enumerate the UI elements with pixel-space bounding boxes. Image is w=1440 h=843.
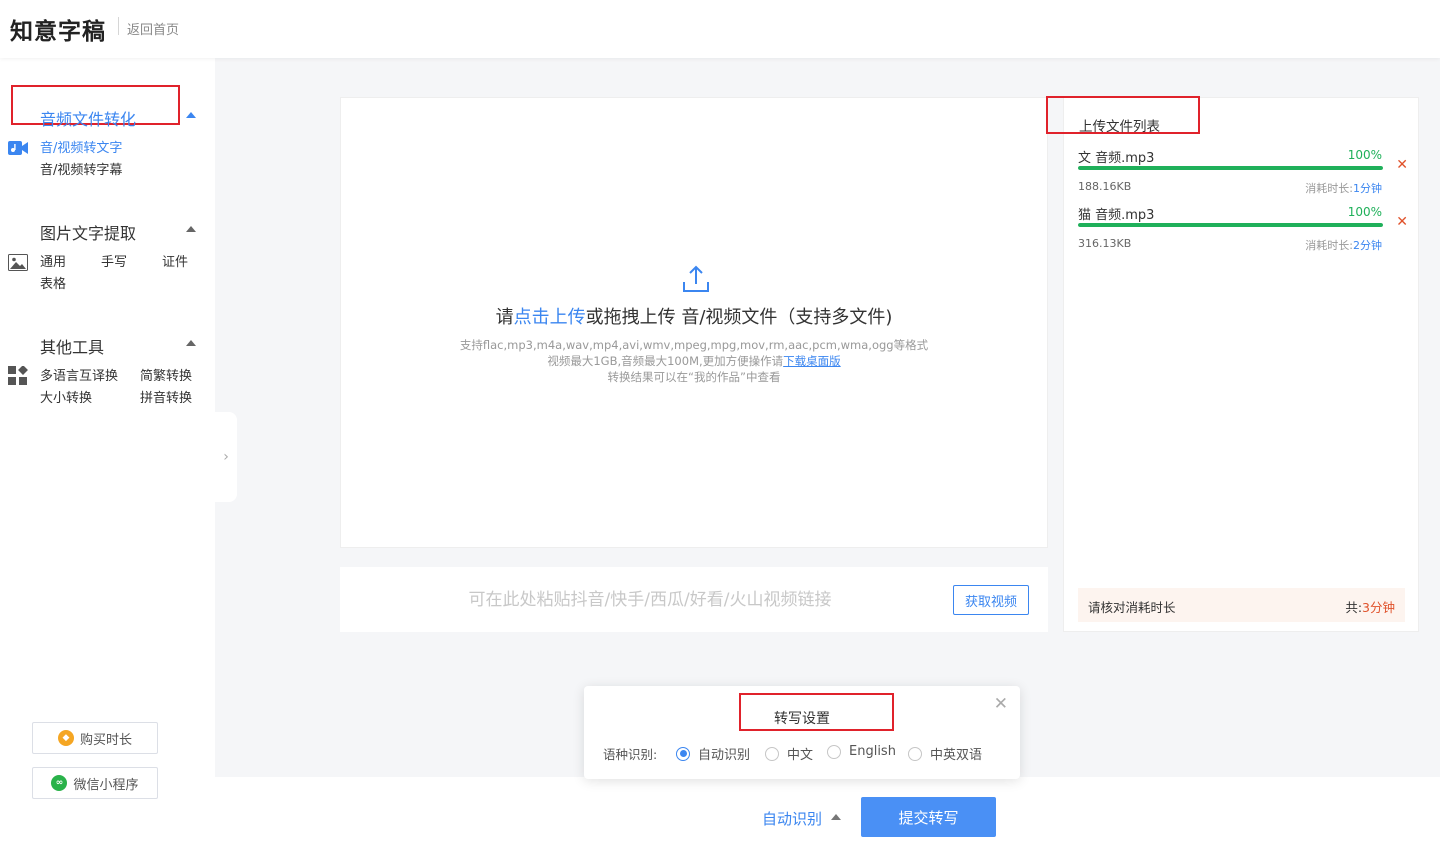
radio-dot [765,746,779,761]
close-icon[interactable]: ✕ [994,694,1008,714]
radio-label: English [849,744,896,759]
transcription-settings-popup: 转写设置 ✕ 语种识别: 自动识别 中文 English 中英双语 [584,686,1020,779]
file-duration-label: 消耗时长: [1305,239,1353,252]
total-value: 3分钟 [1362,600,1395,615]
click-upload-link[interactable]: 点击上传 [514,307,586,328]
delete-file-icon[interactable]: ✕ [1396,214,1408,230]
file-duration: 消耗时长:1分钟 [1305,180,1382,196]
top-header: 知意字稿 返回首页 [0,0,1440,58]
tools-grid-icon [8,365,28,390]
file-duration-value: 1分钟 [1353,182,1382,195]
sidebar-item-pinyin[interactable]: 拼音转换 [140,387,192,406]
size-limit-text: 视频最大1GB,音频最大100M,更加方便操作请 [547,354,784,368]
file-duration: 消耗时长:2分钟 [1305,237,1382,253]
sidebar-item-case-convert[interactable]: 大小转换 [40,387,92,406]
total-label: 共: [1345,600,1363,615]
file-list-item: 文 音频.mp3 100% 188.16KB 消耗时长:1分钟 ✕ [1078,147,1418,197]
collapse-audio-icon[interactable] [186,112,196,118]
radio-label: 自动识别 [698,748,751,763]
sidebar-collapse-toggle[interactable]: › [215,412,237,502]
file-list-item: 猫 音频.mp3 100% 316.13KB 消耗时长:2分钟 ✕ [1078,204,1418,254]
app-logo[interactable]: 知意字稿 [10,12,106,46]
get-video-button[interactable]: 获取视频 [953,585,1029,615]
radio-dot [827,744,841,759]
language-label: 语种识别: [603,747,658,762]
diamond-icon: ◆ [57,730,74,746]
file-progress-text: 100% [1347,205,1382,219]
upload-file-list-panel: 上传文件列表 文 音频.mp3 100% 188.16KB 消耗时长:1分钟 ✕… [1046,96,1419,632]
result-location-note: 转换结果可以在“我的作品”中查看 [607,370,781,384]
wechat-miniapp-button[interactable]: ∞ 微信小程序 [32,767,158,799]
buy-duration-button[interactable]: ◆ 购买时长 [32,722,158,754]
image-icon [8,254,28,275]
file-progress-bar [1078,166,1383,170]
buy-duration-label: 购买时长 [79,732,132,748]
sidebar-item-table[interactable]: 表格 [40,273,66,292]
radio-chinese[interactable]: 中文 [765,744,813,763]
file-progress-fill [1078,223,1383,227]
sidebar-item-av-to-text[interactable]: 音/视频转文字 [40,137,122,156]
radio-auto-detect[interactable]: 自动识别 [676,744,750,763]
header-divider [118,17,119,35]
supported-formats-note: 支持flac,mp3,m4a,wav,mp4,avi,wmv,mpeg,mpg,… [459,338,929,352]
upload-prefix: 请 [495,307,514,328]
upload-instruction: 请点击上传或拖拽上传 音/视频文件（支持多文件) [341,303,1047,329]
sidebar-item-av-to-subtitle[interactable]: 音/视频转字幕 [40,159,122,178]
sidebar-item-general[interactable]: 通用 [40,251,66,270]
radio-dot [908,746,922,761]
submit-transcription-button[interactable]: 提交转写 [861,797,996,837]
radio-dot [676,746,690,761]
radio-label: 中英双语 [930,748,983,763]
caret-up-icon[interactable] [831,814,841,820]
sidebar-item-id-card[interactable]: 证件 [162,251,188,270]
file-size: 316.13KB [1078,237,1132,250]
upload-suffix: 或拖拽上传 音/视频文件（支持多文件) [585,307,893,328]
radio-english[interactable]: English [827,744,896,759]
sidebar-item-simp-trad[interactable]: 简繁转换 [140,365,192,384]
sidebar-section-tools[interactable]: 其他工具 [40,334,104,358]
total-duration: 共:3分钟 [1345,597,1395,616]
bottom-action-bar [215,777,1440,843]
sidebar: 音频文件转化 音/视频转文字 音/视频转字幕 图片文字提取 通用 手写 证件 表… [0,58,215,843]
sidebar-section-audio[interactable]: 音频文件转化 [40,106,136,130]
sidebar-section-image[interactable]: 图片文字提取 [40,220,136,244]
chevron-right-icon: › [223,449,229,465]
upload-dropzone[interactable]: 请点击上传或拖拽上传 音/视频文件（支持多文件) 支持flac,mp3,m4a,… [340,97,1048,548]
collapse-image-icon[interactable] [186,226,196,232]
radio-bilingual[interactable]: 中英双语 [908,744,982,763]
file-progress-fill [1078,166,1383,170]
file-duration-label: 消耗时长: [1305,182,1353,195]
back-home-link[interactable]: 返回首页 [127,19,179,38]
duration-summary: 请核对消耗时长 共:3分钟 [1078,588,1405,622]
file-list-title: 上传文件列表 [1079,119,1160,135]
size-limit-note: 视频最大1GB,音频最大100M,更加方便操作请下载桌面版 [341,353,1047,369]
settings-title: 转写设置 [774,711,830,727]
collapse-tools-icon[interactable] [186,340,196,346]
video-link-bar: 获取视频 [340,567,1048,632]
language-dropdown-trigger[interactable]: 自动识别 [762,808,822,829]
delete-file-icon[interactable]: ✕ [1396,157,1408,173]
sidebar-item-handwriting[interactable]: 手写 [101,251,127,270]
verify-duration-label: 请核对消耗时长 [1088,600,1176,615]
upload-icon [681,264,711,298]
download-desktop-link[interactable]: 下载桌面版 [783,354,841,368]
video-audio-icon [8,140,28,160]
file-progress-text: 100% [1347,148,1382,162]
file-size: 188.16KB [1078,180,1132,193]
video-link-input[interactable] [360,583,940,617]
file-duration-value: 2分钟 [1353,239,1382,252]
sidebar-item-translate[interactable]: 多语言互译换 [40,365,118,384]
file-name: 猫 音频.mp3 [1078,208,1155,223]
radio-label: 中文 [787,748,814,763]
file-name: 文 音频.mp3 [1078,151,1155,166]
miniapp-icon: ∞ [51,775,68,791]
file-progress-bar [1078,223,1383,227]
wechat-miniapp-label: 微信小程序 [73,777,139,793]
